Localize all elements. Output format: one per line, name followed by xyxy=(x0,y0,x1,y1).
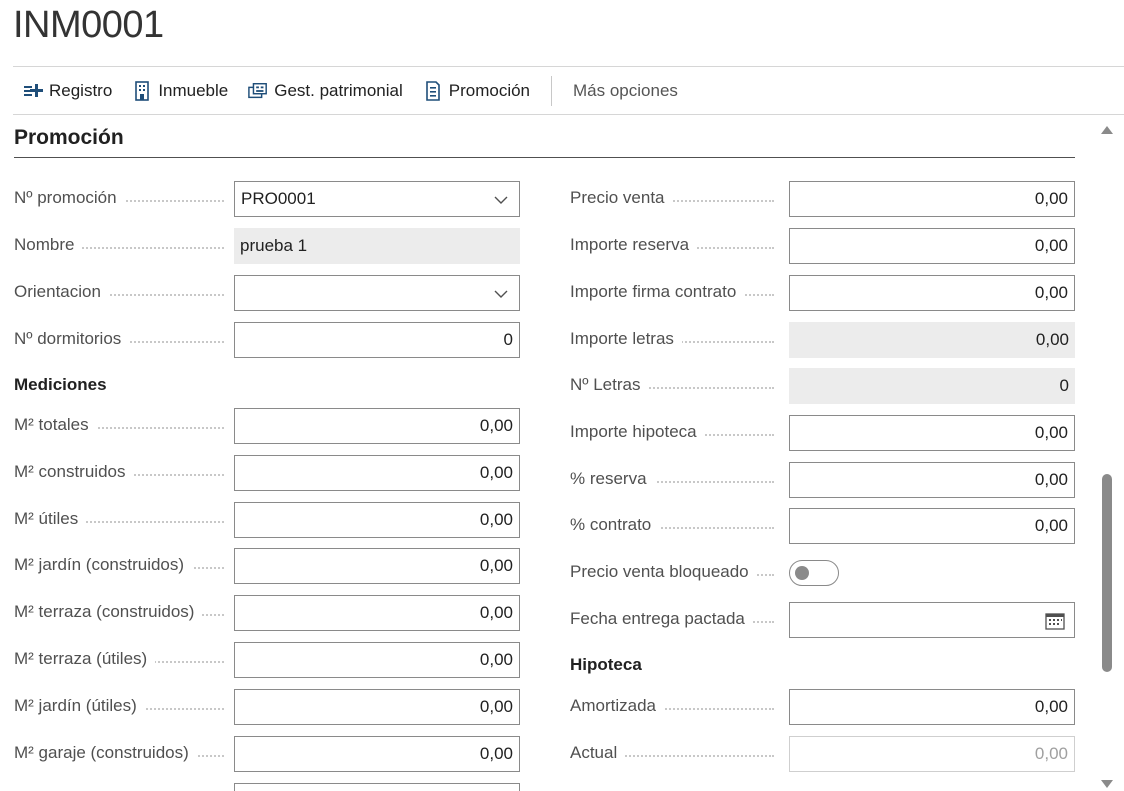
m2-totales-input[interactable]: 0,00 xyxy=(234,408,520,444)
assets-icon xyxy=(248,80,268,102)
precio-venta-label: Precio venta xyxy=(570,188,673,207)
m2-terraza-construidos-input[interactable]: 0,00 xyxy=(234,595,520,631)
nombre-label: Nombre xyxy=(14,235,83,254)
pct-contrato-label: % contrato xyxy=(570,515,660,534)
m2-jardin-construidos-input[interactable]: 0,00 xyxy=(234,548,520,584)
importe-firma-contrato-label: Importe firma contrato xyxy=(570,282,745,301)
inmueble-button[interactable]: Inmueble xyxy=(122,67,238,114)
next-field-partial[interactable] xyxy=(234,783,520,791)
n-promocion-select[interactable]: PRO0001 xyxy=(234,181,520,217)
chevron-down-icon xyxy=(494,196,508,204)
gest-patrimonial-button[interactable]: Gest. patrimonial xyxy=(238,67,413,114)
nombre-field: prueba 1 xyxy=(234,228,520,264)
m2-terraza-utiles-input[interactable]: 0,00 xyxy=(234,642,520,678)
importe-letras-label: Importe letras xyxy=(570,329,682,348)
scroll-up-arrow-icon[interactable] xyxy=(1100,124,1114,136)
m2-garaje-construidos-label: M² garaje (construidos) xyxy=(14,743,197,762)
n-letras-field: 0 xyxy=(789,368,1075,404)
m2-construidos-input[interactable]: 0,00 xyxy=(234,455,520,491)
amortizada-label: Amortizada xyxy=(570,696,664,715)
inmueble-label: Inmueble xyxy=(158,80,229,100)
calendar-icon[interactable] xyxy=(1045,612,1065,630)
importe-hipoteca-input[interactable]: 0,00 xyxy=(789,415,1075,451)
building-icon xyxy=(132,80,152,102)
m2-totales-label: M² totales xyxy=(14,415,97,434)
hipoteca-title: Hipoteca xyxy=(570,655,642,674)
promocion-label: Promoción xyxy=(448,80,531,100)
action-bar: Registro Inmueble Gest. patrimonial Prom… xyxy=(13,66,1124,115)
n-promocion-value: PRO0001 xyxy=(241,189,316,208)
m2-jardin-construidos-label: M² jardín (construidos) xyxy=(14,555,193,574)
precio-venta-bloqueado-label: Precio venta bloqueado xyxy=(570,562,757,581)
pct-reserva-label: % reserva xyxy=(570,469,655,488)
more-options-button[interactable]: Más opciones xyxy=(563,67,688,114)
scroll-down-arrow-icon[interactable] xyxy=(1100,778,1114,790)
toggle-knob xyxy=(795,566,809,580)
registro-button[interactable]: Registro xyxy=(13,67,122,114)
orientacion-label: Orientacion xyxy=(14,282,109,301)
section-divider xyxy=(14,157,1075,158)
importe-firma-contrato-input[interactable]: 0,00 xyxy=(789,275,1075,311)
actual-field: 0,00 xyxy=(789,736,1075,772)
n-promocion-label: Nº promoción xyxy=(14,188,125,207)
m2-terraza-utiles-label: M² terraza (útiles) xyxy=(14,649,156,668)
promocion-button[interactable]: Promoción xyxy=(413,67,540,114)
pct-reserva-input[interactable]: 0,00 xyxy=(789,462,1075,498)
fecha-entrega-pactada-input[interactable] xyxy=(789,602,1075,638)
add-list-icon xyxy=(23,80,43,102)
precio-venta-bloqueado-toggle[interactable] xyxy=(789,560,839,586)
orientacion-select[interactable] xyxy=(234,275,520,311)
n-letras-label: Nº Letras xyxy=(570,375,649,394)
importe-letras-field: 0,00 xyxy=(789,322,1075,358)
mediciones-title: Mediciones xyxy=(14,375,107,394)
m2-construidos-label: M² construidos xyxy=(14,462,134,481)
n-dormitorios-label: Nº dormitorios xyxy=(14,329,130,348)
action-separator xyxy=(551,75,553,106)
m2-garaje-construidos-input[interactable]: 0,00 xyxy=(234,736,520,772)
section-title: Promoción xyxy=(14,126,124,149)
m2-utiles-input[interactable]: 0,00 xyxy=(234,502,520,538)
gest-patrimonial-label: Gest. patrimonial xyxy=(274,80,403,100)
actual-label: Actual xyxy=(570,743,626,762)
importe-hipoteca-label: Importe hipoteca xyxy=(570,422,705,441)
pct-contrato-input[interactable]: 0,00 xyxy=(789,508,1075,544)
document-icon xyxy=(423,80,443,102)
m2-jardin-utiles-label: M² jardín (útiles) xyxy=(14,696,145,715)
scrollbar-thumb[interactable] xyxy=(1102,474,1112,672)
page-title: INM0001 xyxy=(13,4,164,46)
m2-terraza-construidos-label: M² terraza (construidos) xyxy=(14,602,203,621)
m2-utiles-label: M² útiles xyxy=(14,509,87,528)
importe-reserva-input[interactable]: 0,00 xyxy=(789,228,1075,264)
importe-reserva-label: Importe reserva xyxy=(570,235,698,254)
amortizada-input[interactable]: 0,00 xyxy=(789,689,1075,725)
chevron-down-icon xyxy=(494,290,508,298)
fecha-entrega-pactada-label: Fecha entrega pactada xyxy=(570,609,753,628)
n-dormitorios-input[interactable]: 0 xyxy=(234,322,520,358)
registro-label: Registro xyxy=(49,80,113,100)
m2-jardin-utiles-input[interactable]: 0,00 xyxy=(234,689,520,725)
nombre-value: prueba 1 xyxy=(240,236,308,255)
precio-venta-input[interactable]: 0,00 xyxy=(789,181,1075,217)
